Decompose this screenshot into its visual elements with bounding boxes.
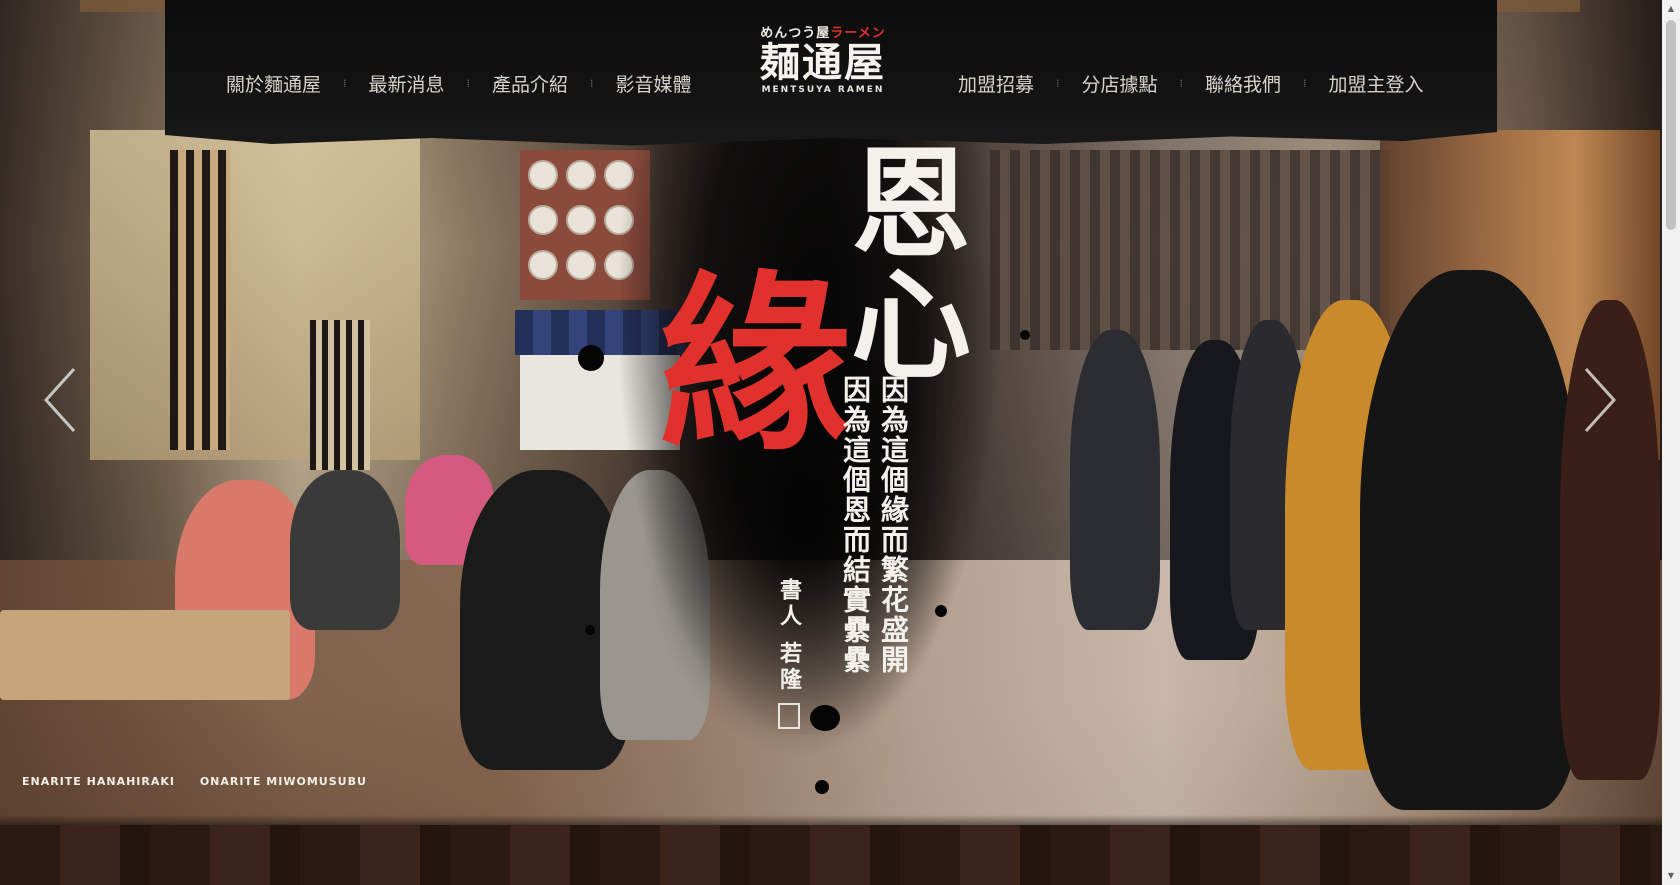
calligraphy-main: 恩心 (830, 140, 971, 384)
nav-news[interactable]: 最新消息 (369, 70, 445, 97)
ink-dot (815, 780, 829, 794)
logo-wordmark: 麺通屋 (760, 39, 886, 86)
calligraphy-red: 緣 (660, 253, 851, 476)
nav-separator: ⁞ (466, 76, 471, 90)
nav-separator: ⁞ (343, 76, 347, 90)
carousel-prev-button[interactable] (40, 365, 80, 435)
nav-separator: ⁞ (590, 76, 594, 90)
nav-products[interactable]: 產品介紹 (492, 70, 568, 97)
seal-stamp (778, 703, 800, 729)
poem-column-2: 因為這個恩而結實纍纍 (839, 375, 872, 675)
caption-left: ENARITE HANAHIRAKI (22, 775, 175, 788)
caption-right: ONARITE MIWOMUSUBU (199, 775, 367, 788)
calligrapher-signature: 書人 若隆 (776, 578, 802, 694)
wood-footer-strip (0, 825, 1662, 885)
vertical-scrollbar[interactable]: ▲ ▼ (1662, 0, 1680, 885)
queue-figure (1070, 330, 1160, 630)
hero-caption: ENARITE HANAHIRAKI ONARITE MIWOMUSUBU (22, 775, 387, 788)
poem-column-1: 因為這個緣而繁花盛開 (877, 375, 910, 675)
nav-separator: ⁞ (1179, 76, 1184, 90)
main-nav-right: 加盟招募 ⁞ 分店據點 ⁞ 聯絡我們 ⁞ 加盟主登入 (958, 68, 1424, 98)
table (0, 610, 290, 700)
queue-figure (1360, 270, 1580, 810)
ink-dot (578, 345, 604, 371)
nav-about[interactable]: 關於麵通屋 (226, 70, 321, 97)
diner-figure (290, 470, 400, 630)
chevron-right-icon (1584, 367, 1617, 433)
chevron-left-icon (43, 367, 76, 433)
wood-slats (170, 150, 230, 450)
nav-separator: ⁞ (1056, 76, 1060, 90)
scroll-down-arrow-icon[interactable]: ▼ (1666, 871, 1676, 881)
main-nav-left: 關於麵通屋 ⁞ 最新消息 ⁞ 產品介紹 ⁞ 影音媒體 (226, 68, 692, 98)
ink-dot (935, 605, 947, 617)
wood-slats (310, 320, 370, 470)
ink-dot (585, 625, 595, 635)
page: 恩心 緣 因為這個緣而繁花盛開 因為這個恩而結實纍纍 書人 若隆 ENARITE… (0, 0, 1662, 885)
nav-franchise[interactable]: 加盟招募 (958, 70, 1034, 97)
site-logo[interactable]: めんつう屋ラーメン 麺通屋 MENTSUYA RAMEN (738, 22, 908, 114)
logo-english: MENTSUYA RAMEN (761, 85, 885, 95)
nav-contact[interactable]: 聯絡我們 (1205, 70, 1281, 97)
ink-dot (810, 705, 840, 731)
nav-locations[interactable]: 分店據點 (1082, 70, 1158, 97)
scroll-up-arrow-icon[interactable]: ▲ (1666, 4, 1676, 14)
carousel-next-button[interactable] (1580, 365, 1620, 435)
nav-media[interactable]: 影音媒體 (616, 70, 692, 97)
ink-dot (1020, 330, 1030, 340)
restaurant-wall (90, 130, 420, 460)
nav-franchisee-login[interactable]: 加盟主登入 (1329, 70, 1424, 97)
nav-separator: ⁞ (1303, 76, 1307, 90)
scroll-thumb[interactable] (1666, 20, 1676, 230)
